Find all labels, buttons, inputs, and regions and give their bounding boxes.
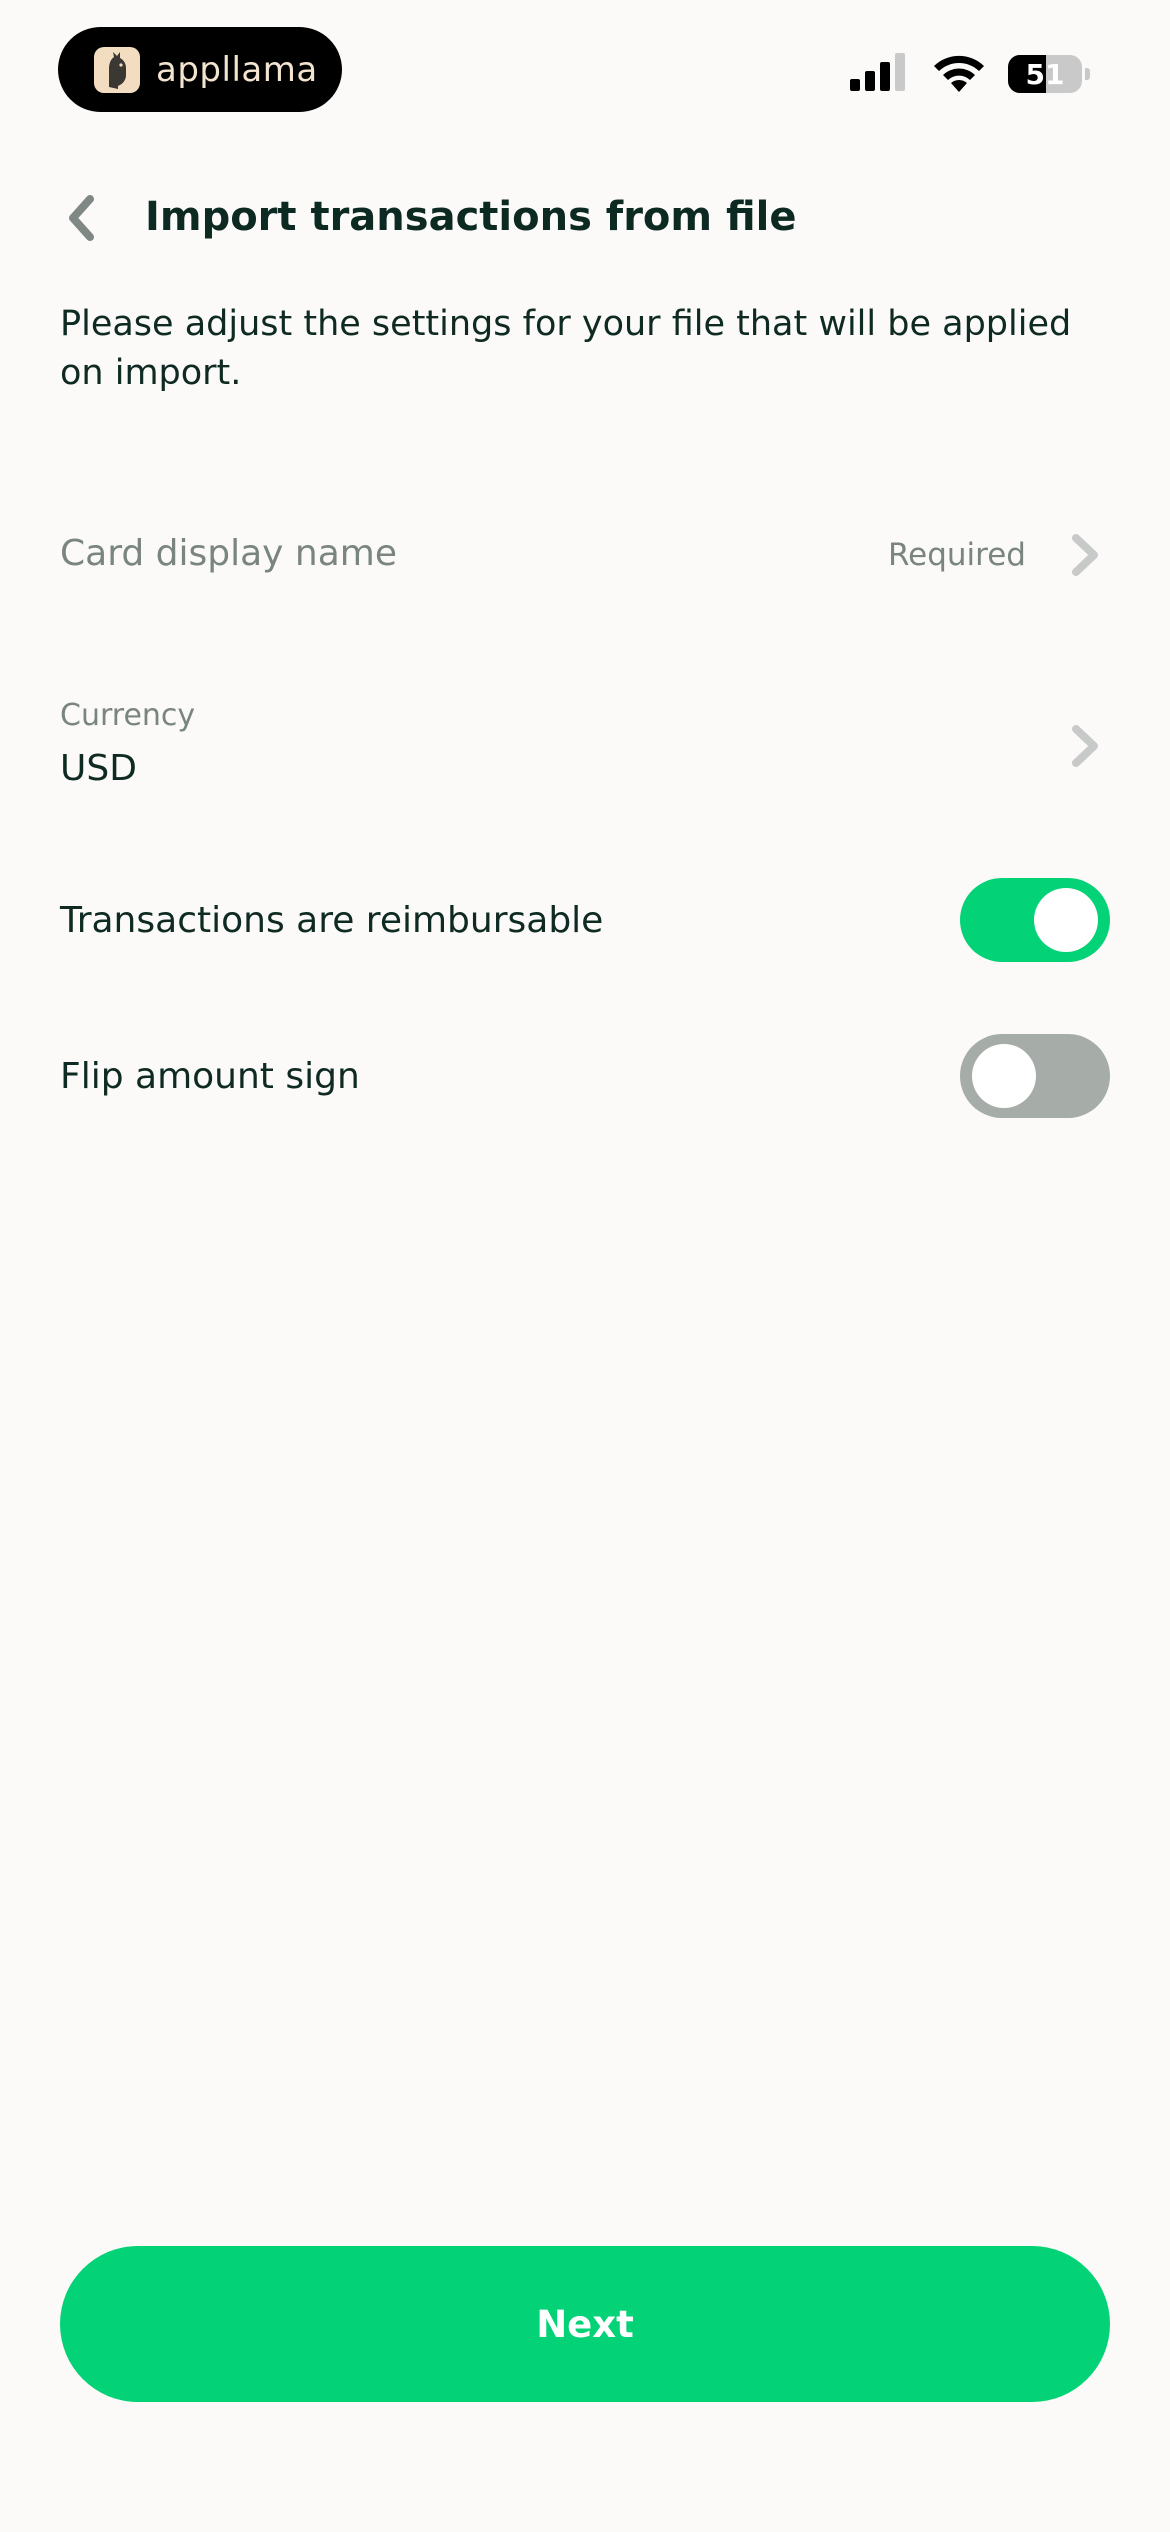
toggle-knob	[1034, 888, 1098, 952]
flip-sign-toggle[interactable]	[960, 1034, 1110, 1118]
flip-sign-label: Flip amount sign	[60, 1056, 360, 1097]
currency-label: Currency	[60, 698, 196, 733]
reimbursable-label: Transactions are reimbursable	[60, 900, 604, 941]
app-name: appllama	[156, 49, 318, 90]
required-hint: Required	[888, 537, 1026, 573]
reimbursable-toggle[interactable]	[960, 878, 1110, 962]
flip-sign-row: Flip amount sign	[60, 1032, 1110, 1122]
next-button[interactable]: Next	[60, 2246, 1110, 2402]
battery-level: 51	[1025, 57, 1065, 91]
battery-icon: 51	[1008, 55, 1082, 93]
llama-logo-icon	[94, 46, 140, 93]
currency-row[interactable]: Currency USD	[60, 690, 1110, 800]
chevron-left-icon	[66, 195, 96, 245]
page-title: Import transactions from file	[145, 194, 797, 240]
cellular-signal-icon	[850, 53, 910, 95]
card-display-name-label: Card display name	[60, 533, 398, 574]
page-description: Please adjust the settings for your file…	[60, 304, 1072, 393]
battery-tip	[1085, 68, 1090, 80]
chevron-right-icon	[1068, 533, 1102, 577]
chevron-right-icon	[1068, 724, 1102, 768]
import-settings-screen: appllama 51 Import transactions from fil…	[0, 0, 1170, 2532]
currency-value: USD	[60, 748, 137, 789]
back-button[interactable]	[56, 190, 106, 250]
app-badge[interactable]: appllama	[58, 27, 342, 112]
toggle-knob	[972, 1044, 1036, 1108]
card-display-name-row[interactable]: Card display name Required	[60, 515, 1110, 595]
wifi-icon	[932, 52, 986, 96]
reimbursable-row: Transactions are reimbursable	[60, 876, 1110, 966]
status-icons: 51	[850, 52, 1090, 96]
